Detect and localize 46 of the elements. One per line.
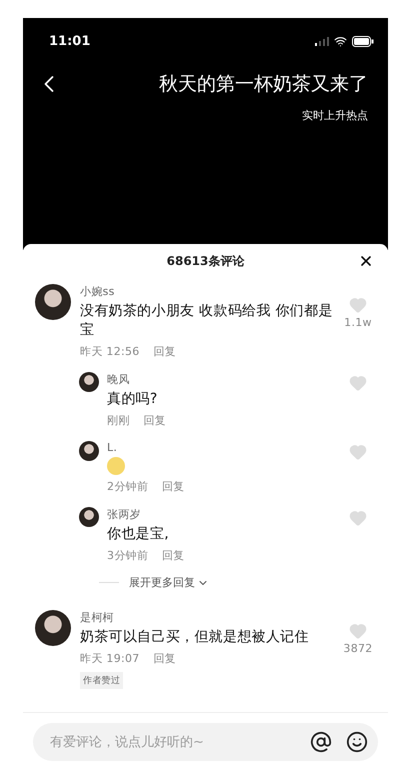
comment-count: 68613条评论 xyxy=(166,252,244,270)
avatar xyxy=(35,284,71,320)
heart-icon[interactable] xyxy=(349,296,367,314)
wifi-icon xyxy=(334,34,347,48)
avatar xyxy=(79,507,99,527)
comment-time: 昨天 12:56 xyxy=(80,344,140,359)
reply-time: 2分钟前 xyxy=(107,479,148,494)
reply-button[interactable]: 回复 xyxy=(162,479,184,494)
reply-text: 真的吗? xyxy=(107,390,159,409)
heart-icon[interactable] xyxy=(349,443,367,461)
battery-icon xyxy=(352,36,374,46)
video-title: 秋天的第一杯奶茶又来了 xyxy=(159,72,368,97)
reply-author: 张两岁 xyxy=(107,507,142,522)
reply-author: 晚风 xyxy=(107,372,131,387)
heart-icon[interactable] xyxy=(349,374,367,392)
reply-button[interactable]: 回复 xyxy=(154,344,176,359)
status-time: 11:01 xyxy=(49,34,90,48)
mention-icon[interactable] xyxy=(310,731,332,753)
comment-field[interactable]: 有爱评论，说点儿好听的~ xyxy=(33,723,378,761)
reply-button[interactable]: 回复 xyxy=(144,413,166,428)
heart-icon[interactable] xyxy=(349,622,367,640)
avatar xyxy=(79,372,99,392)
emoji-icon xyxy=(107,457,125,475)
comment-input[interactable]: 有爱评论，说点儿好听的~ xyxy=(48,734,296,750)
reply-time: 3分钟前 xyxy=(107,548,148,563)
emoji-icon[interactable] xyxy=(346,731,368,753)
reply-button[interactable]: 回复 xyxy=(154,651,176,666)
author-liked-tag: 作者赞过 xyxy=(80,672,124,689)
comment-time: 昨天 19:07 xyxy=(80,651,140,666)
avatar xyxy=(35,610,71,646)
reply-text: 你也是宝, xyxy=(107,525,170,544)
heart-icon[interactable] xyxy=(349,509,367,527)
reply-button[interactable]: 回复 xyxy=(162,548,184,563)
like-count: 3872 xyxy=(343,642,373,655)
comment-text: 奶茶可以自己买，但就是想被人记住 xyxy=(80,628,310,647)
like-count: 1.1w xyxy=(344,316,372,329)
signal-icon xyxy=(315,36,329,46)
comment-author: 小婉ss xyxy=(80,284,116,299)
reply-author: L. xyxy=(107,441,118,454)
comment-text: 没有奶茶的小朋友 收款码给我 你们都是宝 xyxy=(80,302,333,340)
trending-label: 实时上升热点 xyxy=(302,108,368,123)
close-button[interactable] xyxy=(358,253,374,269)
comment-author: 是柯柯 xyxy=(80,610,115,625)
avatar xyxy=(79,441,99,461)
expand-replies-button[interactable]: 展开更多回复 xyxy=(99,575,374,590)
reply-time: 刚刚 xyxy=(107,413,130,428)
